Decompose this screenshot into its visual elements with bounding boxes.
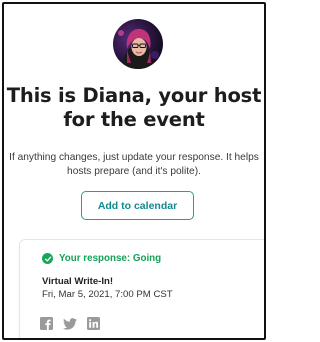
host-avatar xyxy=(113,19,163,69)
add-to-calendar-button[interactable]: Add to calendar xyxy=(81,191,194,220)
response-status-label: Your response: Going xyxy=(59,253,162,264)
facebook-icon[interactable] xyxy=(40,317,53,335)
response-card: Your response: Going Virtual Write-In! F… xyxy=(19,239,264,338)
twitter-icon[interactable] xyxy=(63,317,77,335)
share-icons xyxy=(40,317,100,335)
host-subtext: If anything changes, just update your re… xyxy=(9,152,259,177)
response-status: Your response: Going xyxy=(42,253,161,264)
check-circle-icon xyxy=(42,253,53,264)
event-title[interactable]: Virtual Write-In! xyxy=(42,276,113,287)
linkedin-icon[interactable] xyxy=(87,317,100,335)
rsvp-panel: This is Diana, your host for the event I… xyxy=(2,2,266,340)
host-heading: This is Diana, your host for the event xyxy=(6,84,262,131)
event-datetime: Fri, Mar 5, 2021, 7:00 PM CST xyxy=(42,289,173,300)
